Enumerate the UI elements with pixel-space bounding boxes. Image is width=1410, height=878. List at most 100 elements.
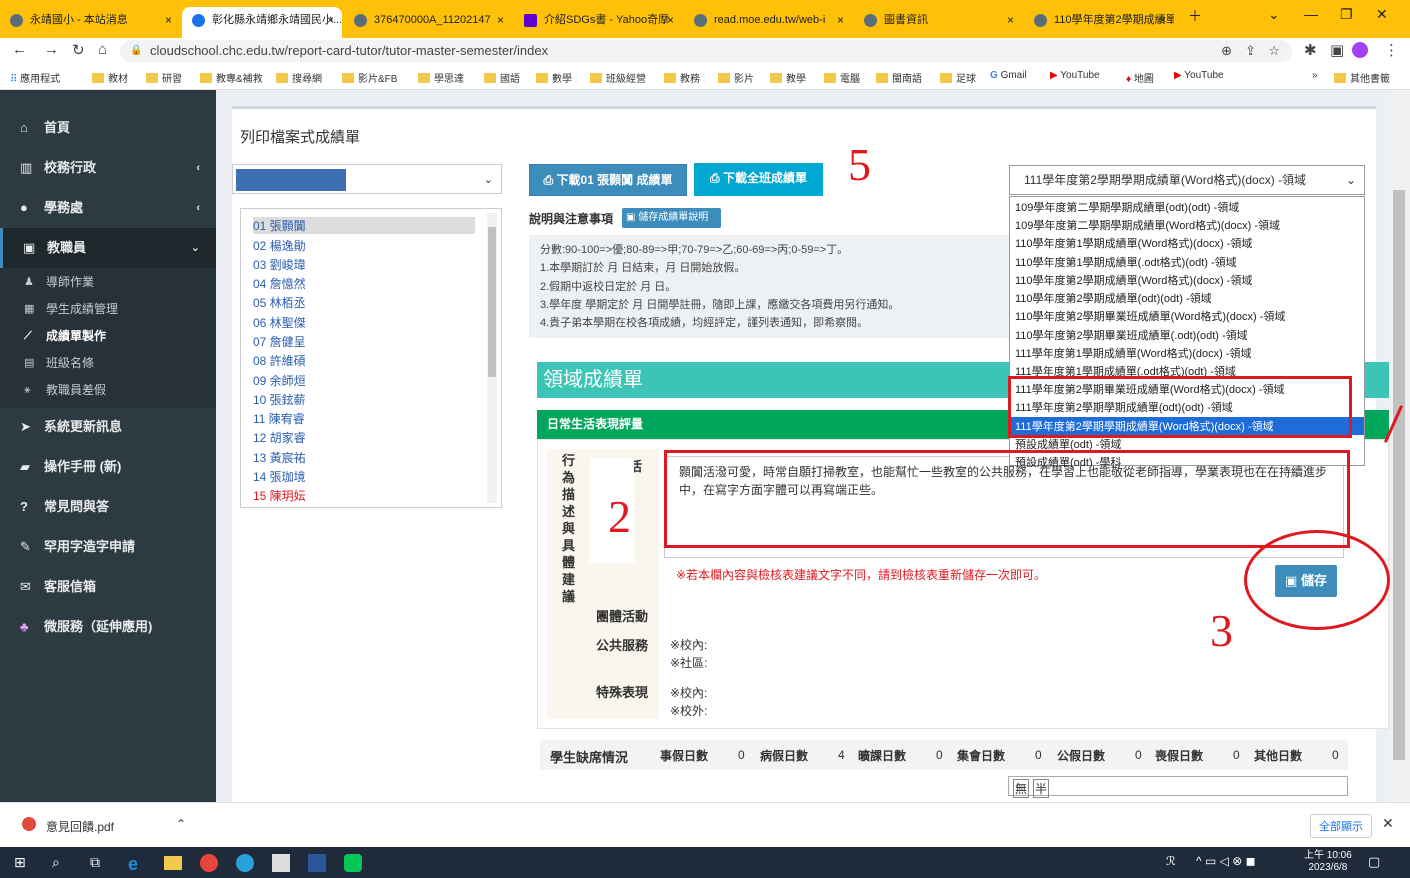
bookmark-overflow-icon[interactable]: » xyxy=(1312,70,1318,81)
bookmark-folder[interactable]: 數學 xyxy=(536,70,572,85)
close-downloads-icon[interactable]: ✕ xyxy=(1382,815,1394,832)
chevron-up-icon[interactable]: ⌃ xyxy=(176,817,186,831)
student-item[interactable]: 08 許維碩 xyxy=(253,352,306,369)
format-option[interactable]: 110學年度第2學期成績單(odt)(odt) -領域 xyxy=(1015,290,1212,306)
new-tab-button[interactable]: ＋ xyxy=(1188,6,1202,26)
zoom-icon[interactable]: ⊕ xyxy=(1221,40,1232,62)
browser-tab[interactable]: 圖書資訊 × xyxy=(854,7,1022,38)
show-all-button[interactable]: 全部顯示 xyxy=(1310,814,1372,838)
close-icon[interactable]: × xyxy=(1159,7,1166,33)
reload-icon[interactable]: ↻ xyxy=(72,41,85,59)
sidepanel-icon[interactable]: ▣ xyxy=(1330,41,1344,59)
format-option[interactable]: 109學年度第二學期學期成績單(Word格式)(docx) -領域 xyxy=(1015,217,1280,233)
bookmark-folder[interactable]: 研習 xyxy=(146,70,182,85)
profile-avatar[interactable] xyxy=(1352,42,1368,58)
back-icon[interactable]: ← xyxy=(12,41,27,58)
format-option[interactable]: 110學年度第2學期畢業班成績單(.odt)(odt) -領域 xyxy=(1015,327,1248,343)
format-select[interactable]: 111學年度第2學期學期成績單(Word格式)(docx) -領域 ⌄ xyxy=(1009,165,1365,195)
people-icon[interactable]: ℛ xyxy=(1166,854,1184,872)
url-field[interactable]: 🔒 cloudschool.chc.edu.tw/report-card-tuto… xyxy=(120,40,1292,62)
sidebar-item-grades[interactable]: ▦ 學生成績管理 xyxy=(0,296,216,323)
student-item[interactable]: 15 陳玥妘 xyxy=(253,487,306,504)
ime-half-width[interactable]: 半 xyxy=(1033,779,1050,798)
tab-search-icon[interactable]: ⌄ xyxy=(1268,6,1280,23)
bookmark-folder[interactable]: 影片&FB xyxy=(342,70,397,85)
sidebar-item-mentor[interactable]: ♟ 導師作業 xyxy=(0,269,216,296)
word-icon[interactable] xyxy=(308,854,326,872)
list-scrollbar[interactable] xyxy=(487,213,497,503)
sidebar-item-report-card[interactable]: ⟋ 成績單製作 xyxy=(0,323,216,350)
sidebar-item-staff[interactable]: ▣ 教職員 ⌄ xyxy=(0,228,216,268)
ie-icon[interactable]: e xyxy=(128,854,146,874)
bookmark-folder[interactable]: 國語 xyxy=(484,70,520,85)
browser-tab[interactable]: 376470000A_11202147 × xyxy=(344,7,512,38)
save-notes-button[interactable]: ▣ 儲存成績單說明 xyxy=(622,208,721,228)
close-icon[interactable]: × xyxy=(667,7,674,33)
student-item[interactable]: 05 林栢丞 xyxy=(253,294,306,311)
student-item[interactable]: 09 余師烜 xyxy=(253,372,306,389)
download-file[interactable]: 意見回饋.pdf xyxy=(46,818,114,835)
student-item[interactable]: 03 劉峻瑋 xyxy=(253,256,306,273)
app-icon[interactable] xyxy=(272,854,290,872)
browser-tab[interactable]: read.moe.edu.tw/web-i × xyxy=(684,7,852,38)
sidebar-item-class-list[interactable]: ▤ 班級名條 xyxy=(0,350,216,377)
format-option[interactable]: 110學年度第2學期畢業班成績單(Word格式)(docx) -領域 xyxy=(1015,308,1285,324)
format-option[interactable]: 109學年度第二學期學期成績單(odt)(odt) -領域 xyxy=(1015,199,1239,215)
bookmark-apps[interactable]: ⠿ 應用程式 xyxy=(10,70,60,85)
sidebar-item-leave[interactable]: ⚹ 教職員差假 xyxy=(0,377,216,404)
sidebar-item-updates[interactable]: ➤ 系統更新訊息 xyxy=(0,407,216,447)
minimize-button[interactable]: — xyxy=(1304,6,1318,22)
close-icon[interactable]: × xyxy=(165,7,172,33)
sidebar-item-faq[interactable]: ? 常見問與答 xyxy=(0,487,216,527)
browser-tab-active[interactable]: 彰化縣永靖鄉永靖國民小... × xyxy=(182,7,342,38)
sidebar-item-manual[interactable]: ▰ 操作手冊 (新) xyxy=(0,447,216,487)
student-item[interactable]: 12 胡家睿 xyxy=(253,429,306,446)
extensions-icon[interactable]: ✱ xyxy=(1304,41,1317,59)
bookmark-folder[interactable]: 影片 xyxy=(718,70,754,85)
download-student-button[interactable]: ⎙ 下載01 張顥闐 成績單 xyxy=(529,164,687,196)
student-item[interactable]: 07 詹健呈 xyxy=(253,333,306,350)
browser-tab[interactable]: 110學年度第2學期成績單 × xyxy=(1024,7,1174,38)
forward-icon[interactable]: → xyxy=(44,41,59,58)
share-icon[interactable]: ⇪ xyxy=(1245,40,1256,62)
download-class-button[interactable]: ⎙ 下載全班成績單 xyxy=(694,163,823,196)
student-item[interactable]: 06 林聖傑 xyxy=(253,314,306,331)
browser-tab[interactable]: 永靖國小 - 本站消息 × xyxy=(0,7,180,38)
sidebar-item-admin[interactable]: ▥ 校務行政 ‹ xyxy=(0,148,216,188)
ime-full-width[interactable]: 無 xyxy=(1013,779,1030,798)
close-icon[interactable]: × xyxy=(327,7,334,33)
student-item[interactable]: 10 張鉉薪 xyxy=(253,391,306,408)
close-icon[interactable]: × xyxy=(497,7,504,33)
sidebar-item-student-affairs[interactable]: ● 學務處 ‹ xyxy=(0,188,216,228)
bookmark-folder[interactable]: 搜尋網 xyxy=(276,70,322,85)
student-item-selected[interactable]: 01 張顥闐 xyxy=(253,217,475,234)
close-icon[interactable]: × xyxy=(837,7,844,33)
student-item[interactable]: 04 詹憶然 xyxy=(253,275,306,292)
windows-start-icon[interactable]: ⊞ xyxy=(14,854,32,872)
star-icon[interactable]: ☆ xyxy=(1268,40,1280,62)
home-icon[interactable]: ⌂ xyxy=(98,41,107,58)
sidebar-item-rare-char[interactable]: ✎ 罕用字造字申請 xyxy=(0,527,216,567)
sidebar-item-microservice[interactable]: ♣ 微服務（延伸應用) xyxy=(0,607,216,647)
bookmark-folder[interactable]: 班級經營 xyxy=(590,70,646,85)
scrollbar-thumb[interactable] xyxy=(1393,190,1405,760)
clock[interactable]: 上午 10:06 2023/6/8 xyxy=(1304,850,1352,874)
student-item[interactable]: 02 楊逸勛 xyxy=(253,237,306,254)
format-option[interactable]: 110學年度第2學期成績單(Word格式)(docx) -領域 xyxy=(1015,272,1252,288)
restore-button[interactable]: ❐ xyxy=(1340,6,1353,23)
bookmark-maps[interactable]: ♦ 地圖 xyxy=(1126,70,1154,85)
bookmark-youtube[interactable]: ▶ YouTube xyxy=(1174,70,1224,81)
bookmark-folder[interactable]: 電腦 xyxy=(824,70,860,85)
edge-icon[interactable] xyxy=(236,854,254,872)
student-item[interactable]: 13 黃宸祐 xyxy=(253,449,306,466)
format-option[interactable]: 110學年度第1學期成績單(Word格式)(docx) -領域 xyxy=(1015,235,1252,251)
notification-icon[interactable]: ▢ xyxy=(1368,854,1386,872)
bookmark-folder[interactable]: 閩南語 xyxy=(876,70,922,85)
student-item[interactable]: 14 張珈境 xyxy=(253,468,306,485)
format-option[interactable]: 111學年度第1學期成績單(Word格式)(docx) -領域 xyxy=(1015,345,1252,361)
line-icon[interactable] xyxy=(344,854,362,872)
file-explorer-icon[interactable] xyxy=(164,856,182,870)
bookmark-other[interactable]: 其他書籤 xyxy=(1334,70,1390,85)
list-scrollbar-thumb[interactable] xyxy=(488,227,496,377)
bookmark-gmail[interactable]: G Gmail xyxy=(990,70,1027,81)
